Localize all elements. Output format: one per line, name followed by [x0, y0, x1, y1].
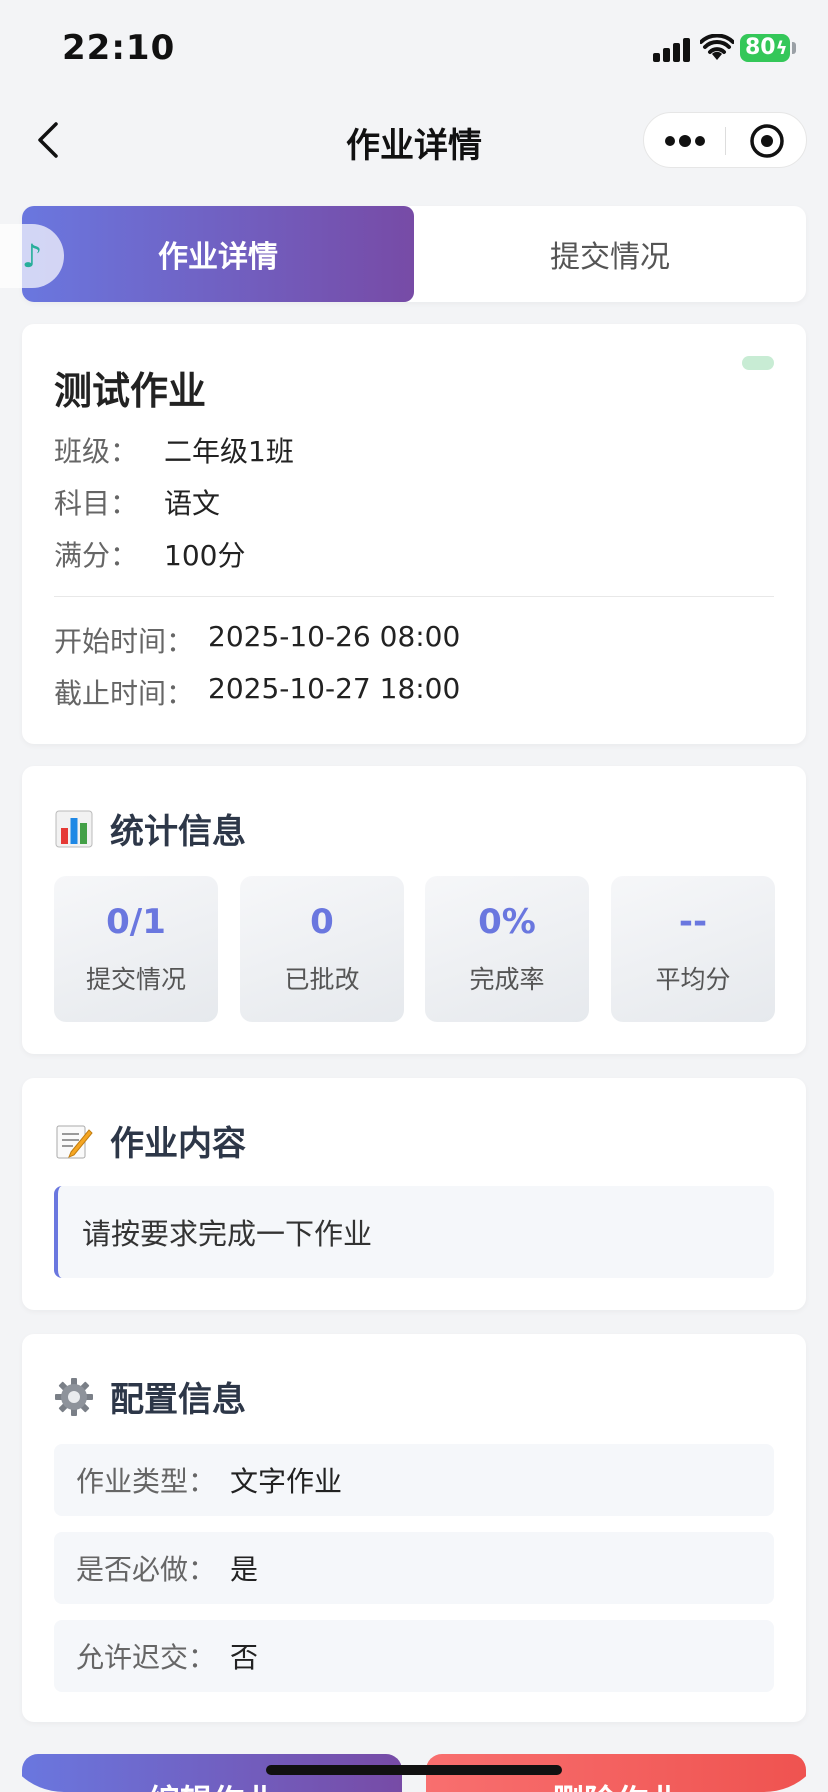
- config-row-late-submission: 允许迟交： 否: [54, 1620, 774, 1692]
- config-label: 作业类型：: [76, 1465, 217, 1498]
- config-row-required: 是否必做： 是: [54, 1532, 774, 1604]
- config-label: 允许迟交：: [76, 1641, 217, 1674]
- config-value: 文字作业: [230, 1465, 343, 1498]
- section-title: 统计信息: [110, 812, 246, 852]
- info-row-full-score: 满分： 100分: [54, 534, 245, 574]
- status-badge: [742, 356, 774, 370]
- homework-content-text: 请按要求完成一下作业: [54, 1186, 774, 1278]
- stat-completion-rate: 0% 完成率: [425, 876, 589, 1022]
- info-value: 语文: [164, 487, 221, 520]
- config-value: 是: [230, 1553, 259, 1586]
- info-value: 二年级1班: [164, 435, 294, 468]
- homework-content-card: 作业内容 请按要求完成一下作业: [22, 1078, 806, 1310]
- tab-homework-detail[interactable]: 作业详情: [22, 206, 414, 302]
- stat-value: 0%: [478, 902, 536, 942]
- info-row-deadline: 截止时间： 2025-10-27 18:00: [54, 672, 460, 712]
- stat-value: 0: [310, 902, 334, 942]
- stat-value: 0/1: [106, 902, 166, 942]
- info-value: 2025-10-27 18:00: [208, 672, 461, 705]
- statistics-card: 统计信息 0/1 提交情况 0 已批改 0% 完成率 -- 平均分: [22, 766, 806, 1054]
- info-value: 100分: [164, 539, 246, 572]
- bar-chart-icon: [54, 809, 94, 849]
- info-row-subject: 科目： 语文: [54, 482, 220, 522]
- charging-icon: ϟ: [775, 38, 788, 59]
- phone-screen: 22:10 80ϟ 作业详情 作业详情 提交情况 ♪ 测试作业 班级： 二年级1…: [0, 0, 828, 1792]
- homework-info-card: 测试作业 班级： 二年级1班 科目： 语文 满分： 100分 开始时间： 202…: [22, 324, 806, 744]
- stat-average-score: -- 平均分: [611, 876, 775, 1022]
- info-label: 开始时间：: [54, 625, 195, 658]
- tab-bar: 作业详情 提交情况: [22, 206, 806, 302]
- signal-icon: [653, 38, 691, 62]
- info-label: 满分：: [54, 539, 139, 572]
- gear-icon: [54, 1377, 94, 1417]
- section-header: 统计信息: [54, 804, 246, 853]
- music-note-icon[interactable]: ♪: [0, 224, 64, 288]
- battery-level: 80: [745, 35, 776, 60]
- stat-label: 平均分: [655, 965, 731, 994]
- config-value: 否: [230, 1641, 259, 1674]
- homework-title: 测试作业: [54, 369, 207, 413]
- section-header: 作业内容: [54, 1116, 246, 1165]
- config-card: 配置信息 作业类型： 文字作业 是否必做： 是 允许迟交： 否: [22, 1334, 806, 1722]
- info-row-start-time: 开始时间： 2025-10-26 08:00: [54, 620, 460, 660]
- tab-submission-status[interactable]: 提交情况: [414, 206, 806, 302]
- section-header: 配置信息: [54, 1372, 246, 1421]
- section-title: 配置信息: [110, 1380, 246, 1420]
- battery-indicator: 80ϟ: [740, 34, 790, 62]
- battery-tip: [792, 42, 796, 54]
- miniapp-capsule: [643, 112, 807, 168]
- more-icon[interactable]: [644, 113, 726, 169]
- divider: [54, 596, 774, 597]
- wifi-icon: [700, 34, 734, 60]
- info-value: 2025-10-26 08:00: [208, 620, 461, 653]
- stat-value: --: [678, 902, 708, 942]
- config-label: 是否必做：: [76, 1553, 217, 1586]
- status-time: 22:10: [62, 28, 176, 68]
- stat-submissions: 0/1 提交情况: [54, 876, 218, 1022]
- config-row-type: 作业类型： 文字作业: [54, 1444, 774, 1516]
- stat-graded: 0 已批改: [240, 876, 404, 1022]
- section-title: 作业内容: [110, 1124, 246, 1164]
- stat-label: 提交情况: [85, 965, 186, 994]
- home-indicator: [266, 1765, 562, 1775]
- info-label: 截止时间：: [54, 677, 195, 710]
- info-row-class: 班级： 二年级1班: [54, 430, 294, 470]
- stat-label: 已批改: [284, 965, 360, 994]
- close-miniapp-icon[interactable]: [726, 113, 808, 169]
- stat-label: 完成率: [469, 965, 545, 994]
- memo-icon: [54, 1121, 94, 1161]
- info-label: 科目：: [54, 487, 139, 520]
- info-label: 班级：: [54, 435, 139, 468]
- nav-bar: 作业详情: [0, 100, 828, 180]
- status-bar: 22:10 80ϟ: [0, 0, 828, 100]
